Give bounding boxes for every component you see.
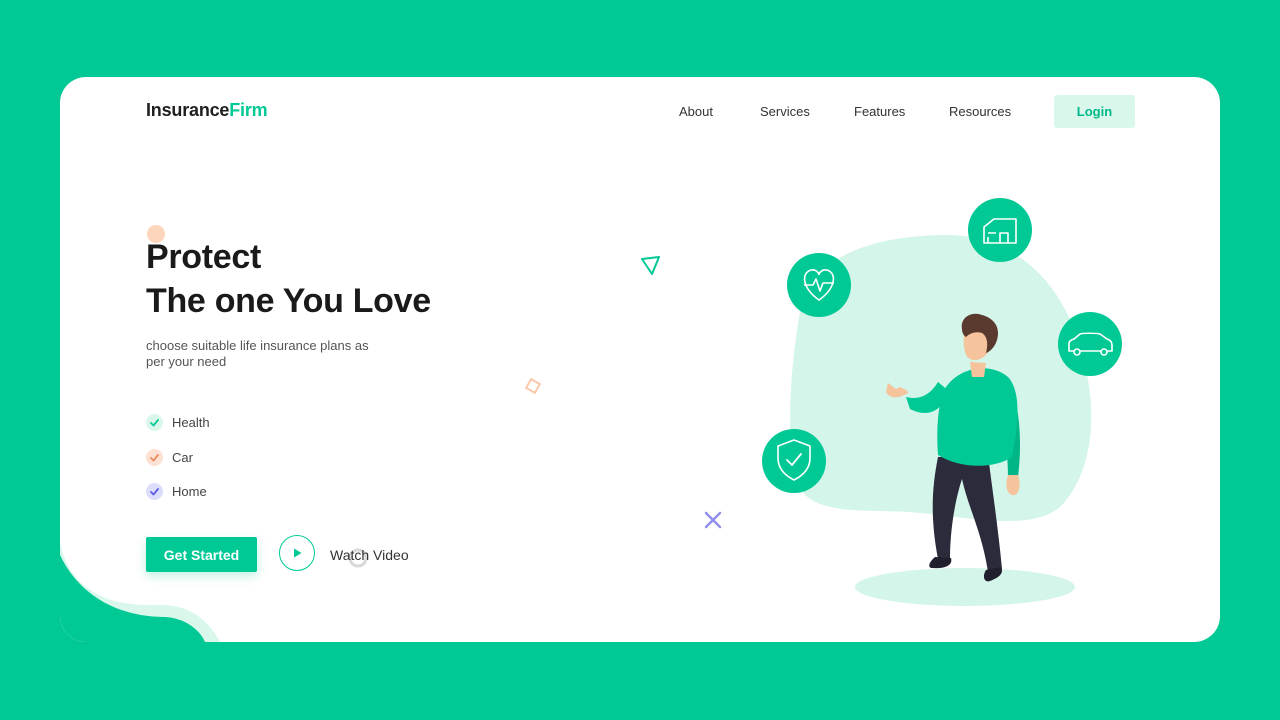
hero-headline: Protect The one You Love (146, 235, 431, 323)
feature-item-home: Home (146, 482, 207, 500)
cross-decoration (704, 511, 722, 529)
nav-services[interactable]: Services (760, 104, 810, 119)
heartbeat-icon (787, 253, 851, 317)
check-icon (146, 448, 163, 466)
landing-card: InsuranceFirm About Services Features Re… (60, 77, 1220, 642)
hero-illustration (762, 198, 1122, 606)
watch-video-link[interactable]: Watch Video (330, 547, 409, 563)
brand-logo[interactable]: InsuranceFirm (146, 100, 268, 121)
headline-line-1: Protect (146, 238, 262, 276)
feature-item-health: Health (146, 413, 210, 431)
house-icon (968, 198, 1032, 262)
check-icon (146, 413, 163, 431)
triangle-decoration (641, 256, 660, 275)
nav-features[interactable]: Features (854, 104, 905, 119)
feature-label: Car (172, 449, 193, 465)
ground-shadow (855, 568, 1075, 606)
hero-subtitle: choose suitable life insurance plans as … (146, 338, 369, 369)
play-icon (294, 548, 302, 558)
feature-label: Health (172, 414, 210, 430)
feature-label: Home (172, 483, 207, 499)
feature-item-car: Car (146, 448, 193, 466)
brand-name-part2: Firm (229, 100, 268, 120)
check-icon (146, 482, 163, 500)
headline-line-2: The one You Love (146, 282, 431, 320)
nav-resources[interactable]: Resources (949, 104, 1011, 119)
brand-name-part1: Insurance (146, 100, 230, 120)
shield-check-icon (762, 429, 826, 493)
car-icon (1058, 312, 1122, 376)
diamond-decoration (524, 377, 542, 395)
play-video-button[interactable] (279, 535, 315, 571)
nav-about[interactable]: About (679, 104, 713, 119)
login-button[interactable]: Login (1054, 95, 1135, 128)
get-started-button[interactable]: Get Started (146, 537, 257, 572)
